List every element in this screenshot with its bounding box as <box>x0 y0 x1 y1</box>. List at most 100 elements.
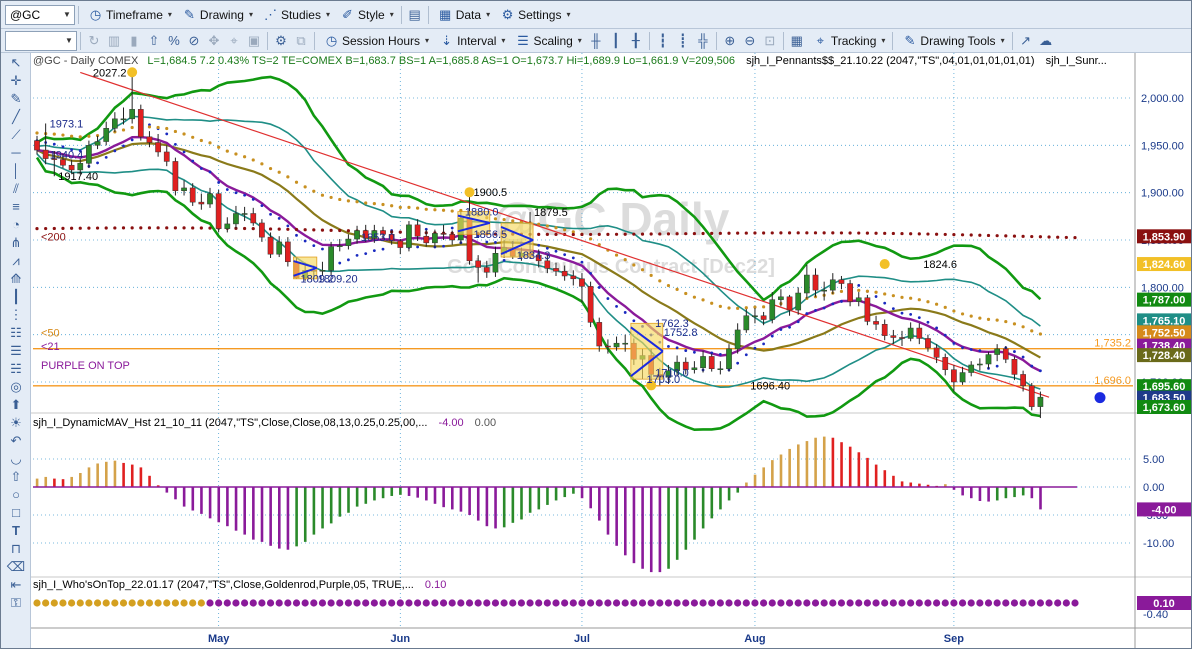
candle[interactable] <box>137 104 144 141</box>
pin-icon[interactable]: ⌖ <box>224 31 244 51</box>
line-drawing-icon[interactable]: ↗ <box>1016 31 1036 51</box>
studies-menu[interactable]: ⋰ Studies ▾ <box>259 4 334 26</box>
data-window-icon[interactable]: ▦ <box>787 31 807 51</box>
whos-on-top-title[interactable]: sjh_I_Who'sOnTop_22.01.17 (2047,"TS",Clo… <box>33 579 414 591</box>
candle[interactable] <box>778 289 784 307</box>
text-icon[interactable]: T <box>5 522 27 539</box>
cycle-icon[interactable]: ☷ <box>5 324 27 341</box>
candle[interactable] <box>215 189 222 233</box>
candle[interactable] <box>968 361 975 377</box>
ellipse-icon[interactable]: ○ <box>5 486 27 503</box>
ohlc-icon[interactable]: ╂ <box>626 31 646 51</box>
candle[interactable] <box>873 315 879 330</box>
candle[interactable] <box>942 353 949 376</box>
workspace-icon[interactable]: ☁ <box>1036 31 1056 51</box>
zoom-out-icon[interactable]: ⊖ <box>740 31 760 51</box>
refresh-icon[interactable]: ↻ <box>84 31 104 51</box>
candle[interactable] <box>250 207 257 226</box>
fib-fan-icon[interactable]: ⋮ <box>5 306 27 323</box>
candle[interactable] <box>907 322 914 342</box>
candlestick-icon[interactable]: ┃ <box>606 31 626 51</box>
candle[interactable] <box>181 180 187 196</box>
candle[interactable] <box>1037 391 1044 419</box>
rectangle-icon[interactable]: □ <box>5 504 27 521</box>
compass-icon[interactable]: ⊘ <box>184 31 204 51</box>
symbol-input[interactable]: @GC ▼ <box>5 4 75 25</box>
candle[interactable] <box>795 287 802 315</box>
candle[interactable] <box>397 239 404 255</box>
candle[interactable] <box>492 246 499 277</box>
regression-icon[interactable]: ⩘ <box>5 252 27 269</box>
tracking-menu[interactable]: ⌖ Tracking ▾ <box>809 30 890 52</box>
percent-icon[interactable]: % <box>164 31 184 51</box>
candle[interactable] <box>717 361 724 375</box>
candle[interactable] <box>691 361 698 374</box>
chevron-down-icon[interactable]: ▼ <box>60 10 74 19</box>
candle[interactable] <box>155 133 161 157</box>
candle[interactable] <box>587 281 594 328</box>
time-axis[interactable]: May Jun Jul Aug Sep <box>31 627 1192 645</box>
sun-icon[interactable]: ☀ <box>5 414 27 431</box>
settings-menu[interactable]: ⚙ Settings ▾ <box>496 4 574 26</box>
magnet-icon[interactable]: ⊓ <box>5 540 27 557</box>
gear-icon[interactable]: ⚙ <box>271 31 291 51</box>
pennants-study-label[interactable]: sjh_I_Pennants$$_21.10.22 (2047,"TS",04,… <box>746 55 1035 67</box>
crosshair-icon[interactable]: ✛ <box>5 72 27 89</box>
step-icon[interactable]: ╬ <box>693 31 713 51</box>
candle[interactable] <box>838 275 845 290</box>
horizontal-line-icon[interactable]: ─ <box>5 144 27 161</box>
andrews-pitchfork-icon[interactable]: ⋔ <box>5 234 27 251</box>
fibonacci-icon[interactable]: ≡ <box>5 198 27 215</box>
speed-lines-icon[interactable]: ⟰ <box>5 270 27 287</box>
dots-icon[interactable]: ┋ <box>673 31 693 51</box>
fib-arc-icon[interactable]: ◎ <box>5 378 27 395</box>
candle[interactable] <box>224 217 231 233</box>
candle[interactable] <box>786 294 793 316</box>
dynamic-mav-title[interactable]: sjh_I_DynamicMAV_Hst 21_10_11 (2047,"TS"… <box>33 417 427 429</box>
candle[interactable] <box>233 205 239 229</box>
candle[interactable] <box>959 366 966 385</box>
price-axis[interactable]: 2,000.001,950.001,900.001,850.001,800.00… <box>1137 93 1191 414</box>
bar-chart-icon[interactable]: ╫ <box>586 31 606 51</box>
arrow-up-icon[interactable]: ⇧ <box>144 31 164 51</box>
candle[interactable] <box>423 229 430 247</box>
candle[interactable] <box>406 221 412 252</box>
candle[interactable] <box>829 273 836 294</box>
candle[interactable] <box>345 234 352 250</box>
up-arrow-icon[interactable]: ⇧ <box>5 468 27 485</box>
undo-icon[interactable]: ↶ <box>5 432 27 449</box>
layers-icon[interactable]: ▣ <box>244 31 264 51</box>
interval-menu[interactable]: ⇣ Interval ▾ <box>435 30 509 52</box>
panel-toggle-icon[interactable]: ▤ <box>405 5 425 25</box>
drawing-menu[interactable]: ✎ Drawing ▾ <box>178 4 257 26</box>
wrench-icon[interactable]: ✎ <box>5 90 27 107</box>
collapse-icon[interactable]: ⇤ <box>5 576 27 593</box>
candle[interactable] <box>1011 356 1018 381</box>
candle[interactable] <box>977 358 983 371</box>
candle[interactable] <box>916 323 923 345</box>
candle[interactable] <box>752 308 758 324</box>
column-icon[interactable]: ▮ <box>124 31 144 51</box>
candle[interactable] <box>103 121 110 146</box>
candle[interactable] <box>994 344 1000 362</box>
eraser-icon[interactable]: ⌫ <box>5 558 27 575</box>
gann-icon[interactable]: ◔ <box>5 216 27 233</box>
pointer-icon[interactable]: ↖ <box>5 54 27 71</box>
session-hours-menu[interactable]: ◷ Session Hours ▾ <box>320 30 433 52</box>
candle[interactable] <box>163 145 170 167</box>
candle[interactable] <box>804 264 810 299</box>
candle[interactable] <box>881 319 888 341</box>
levels-icon[interactable]: ☵ <box>5 360 27 377</box>
pan-icon[interactable]: ✥ <box>204 31 224 51</box>
fib-timezone-icon[interactable]: ┃ <box>5 288 27 305</box>
candle[interactable] <box>985 351 992 369</box>
candle[interactable] <box>276 236 283 258</box>
arrow-marker-icon[interactable]: ⬆ <box>5 396 27 413</box>
lock-icon[interactable]: ⚿ <box>5 594 27 611</box>
chevron-down-icon[interactable]: ▼ <box>62 36 76 45</box>
candle[interactable] <box>146 131 153 148</box>
candle[interactable] <box>42 123 49 165</box>
grid-lines-icon[interactable]: ☰ <box>5 342 27 359</box>
copy-icon[interactable]: ⧉ <box>291 31 311 51</box>
candle[interactable] <box>285 237 291 267</box>
